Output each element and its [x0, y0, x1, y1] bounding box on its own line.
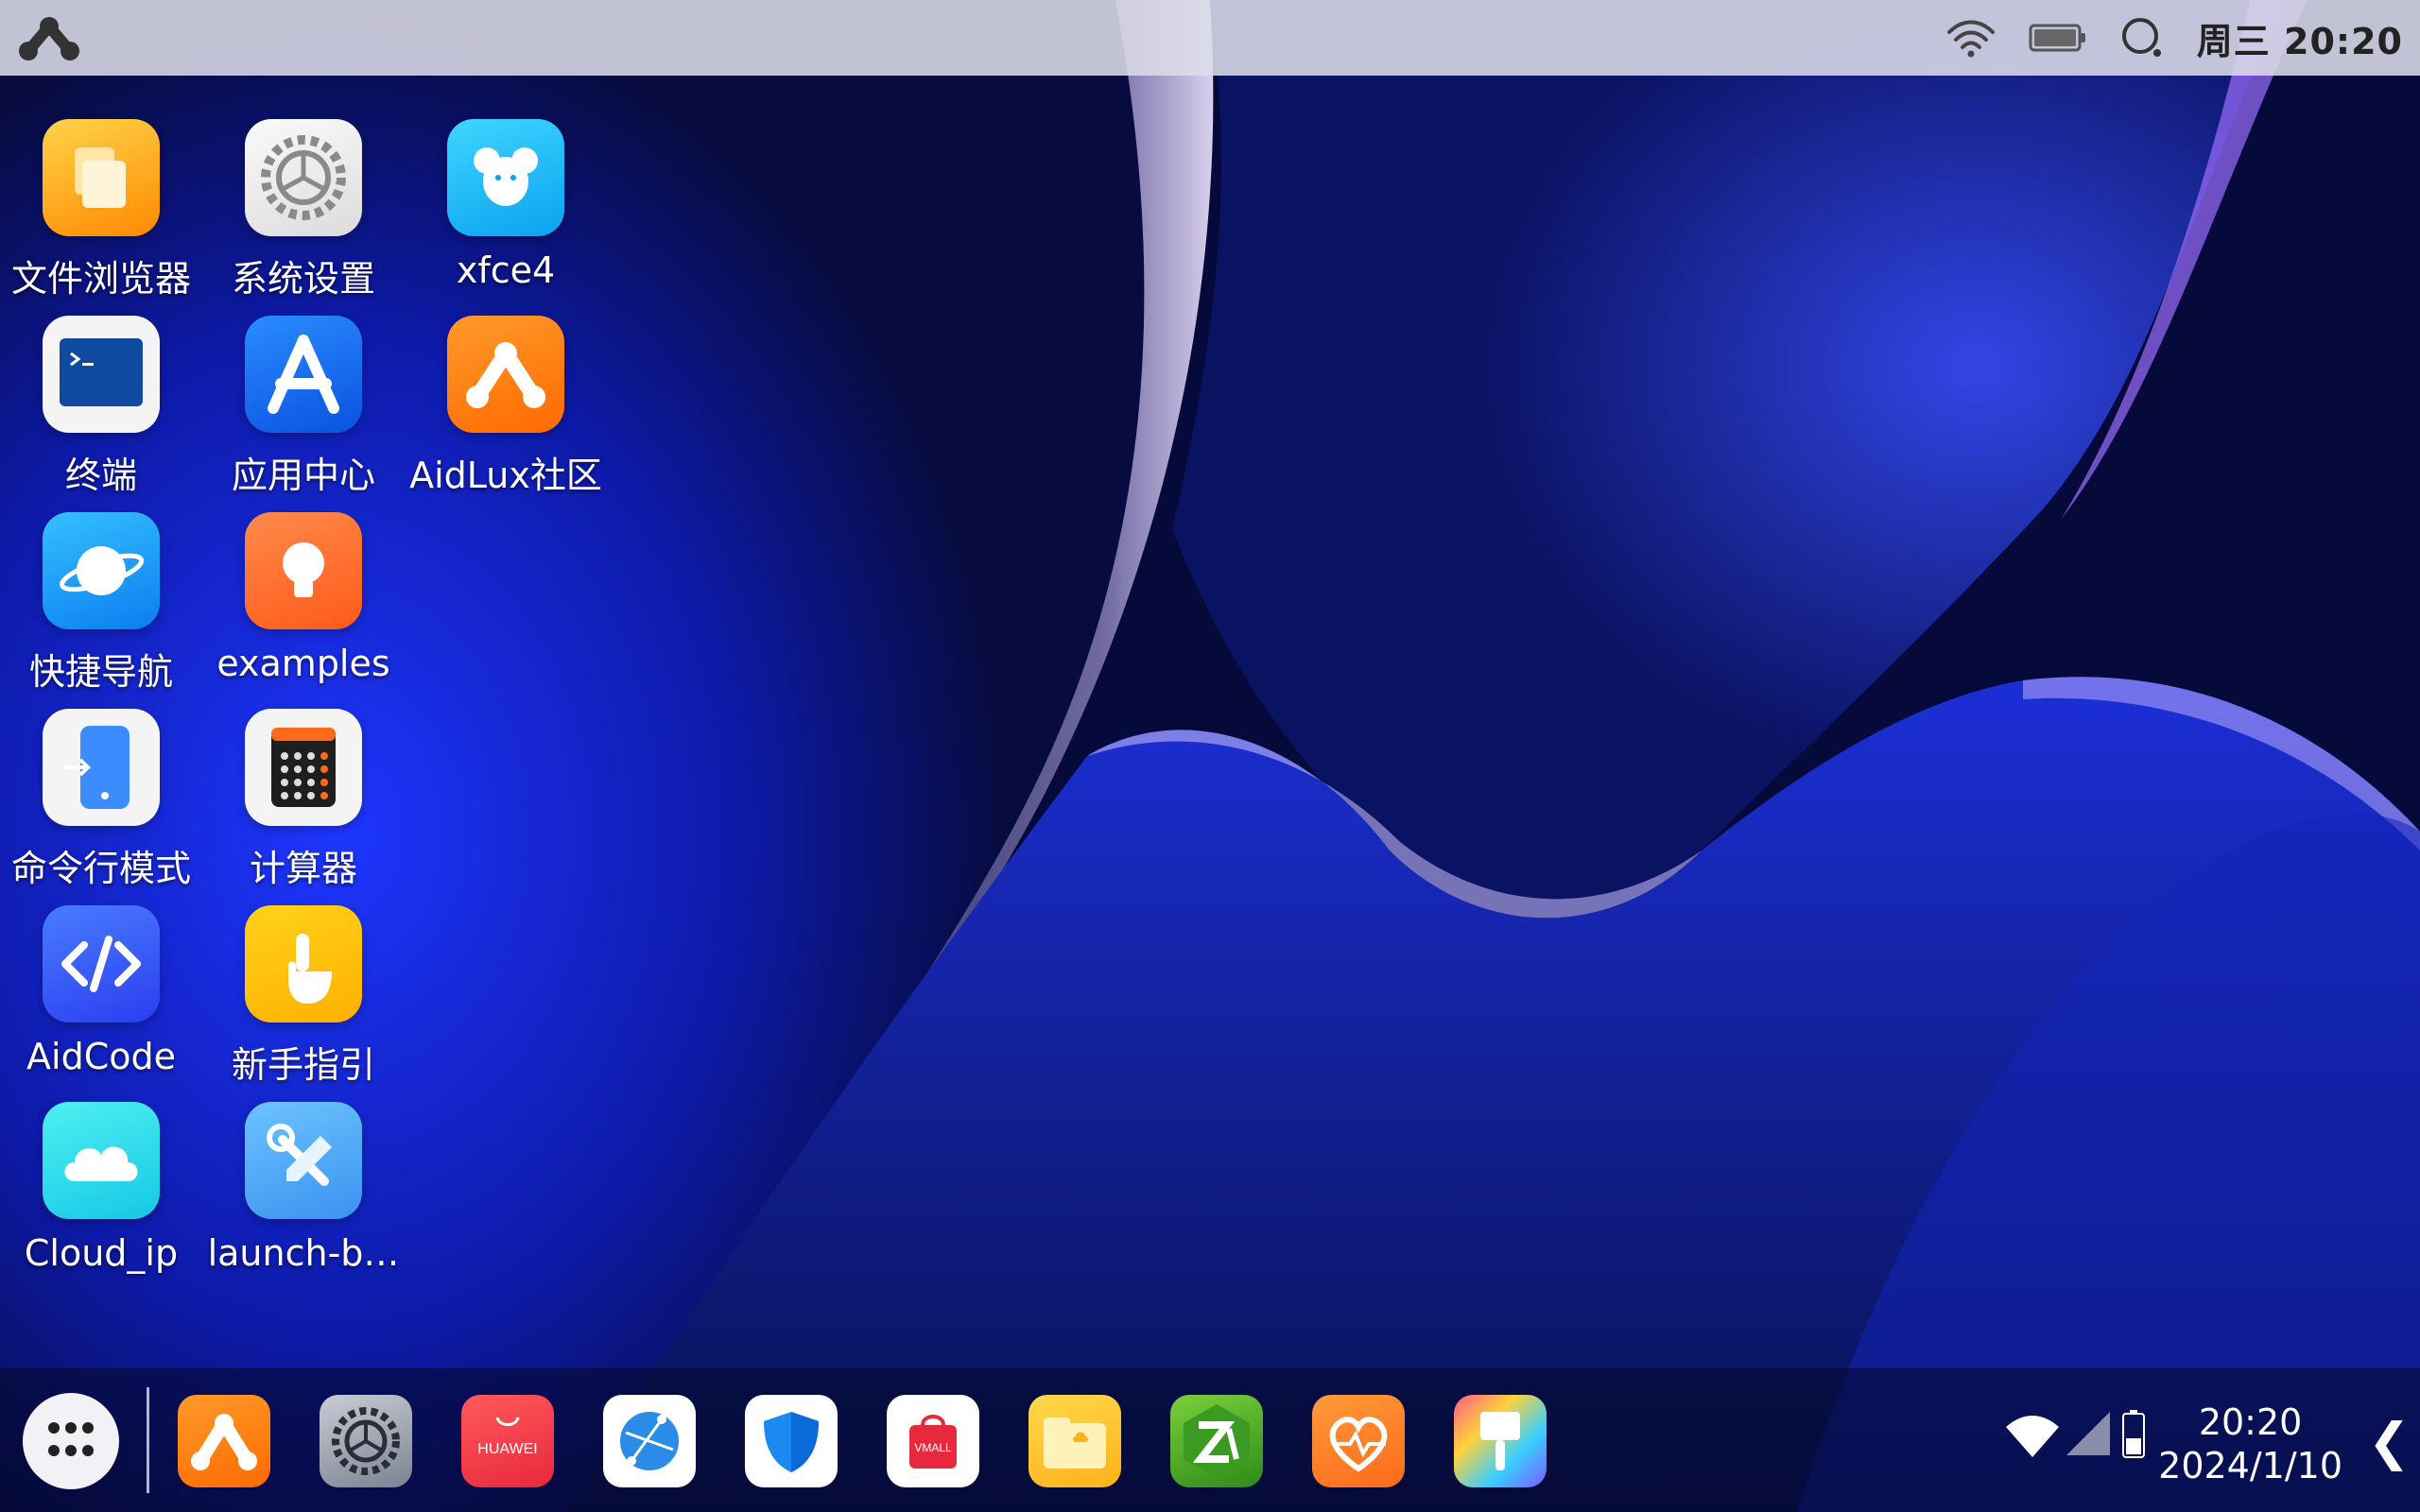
planet-icon — [43, 512, 160, 629]
desktop-icon-aidcode[interactable]: AidCode — [0, 905, 202, 1077]
gear-icon — [332, 1407, 400, 1475]
dock-app-security[interactable] — [745, 1395, 838, 1487]
shield-icon — [764, 1412, 819, 1472]
desktop-icon-label: Cloud_ip — [24, 1232, 179, 1274]
desktop-icon-beginner-guide[interactable]: 新手指引 — [202, 905, 405, 1088]
signal-icon[interactable] — [2065, 1410, 2112, 1457]
aidlux-logo-icon[interactable] — [17, 13, 81, 62]
calculator-icon — [245, 709, 362, 826]
taskbar-dock: HUAWEI VMALL 20:20 2024/1/10 ❮ — [0, 1368, 2420, 1512]
battery-icon[interactable] — [2121, 1410, 2146, 1459]
desktop-icon-label: AidCode — [26, 1036, 176, 1077]
desktop-icon-aidlux-community[interactable]: AidLux社区 — [405, 316, 607, 498]
desktop-icon-app-center[interactable]: 应用中心 — [202, 316, 405, 498]
desktop-icon-label: 快捷导航 — [28, 651, 173, 693]
aidlux-logo-icon — [447, 316, 564, 433]
desktop-icon-label: launch-b… — [207, 1232, 400, 1274]
archive-icon — [1184, 1404, 1250, 1478]
svg-text:VMALL: VMALL — [914, 1441, 952, 1454]
dock-datetime[interactable]: 20:20 2024/1/10 — [2158, 1400, 2342, 1487]
desktop-icon-label: 终端 — [64, 455, 137, 496]
lightbulb-icon — [245, 512, 362, 629]
status-area: 周三 20:20 — [1945, 0, 2403, 76]
battery-icon[interactable] — [2029, 22, 2087, 54]
hand-pointer-icon — [245, 905, 362, 1022]
huawei-store-icon: HUAWEI — [477, 1417, 538, 1457]
dock-app-vmall[interactable]: VMALL — [887, 1395, 979, 1487]
dock-separator — [147, 1387, 149, 1493]
desktop-icon-cli-mode[interactable]: 命令行模式 — [0, 709, 202, 891]
desktop-icon-launch-b[interactable]: launch-b… — [202, 1102, 405, 1274]
aidlux-logo-icon — [191, 1414, 257, 1470]
desktop-icon-label: examples — [216, 643, 390, 684]
cloud-icon — [43, 1102, 160, 1219]
desktop-icon-quick-nav[interactable]: 快捷导航 — [0, 512, 202, 695]
terminal-icon — [43, 316, 160, 433]
dock-app-settings[interactable] — [320, 1395, 412, 1487]
dock-app-themes[interactable] — [1454, 1395, 1547, 1487]
dock-date: 2024/1/10 — [2158, 1445, 2342, 1486]
desktop-icon-settings[interactable]: 系统设置 — [202, 119, 405, 301]
dock-app-huawei[interactable]: HUAWEI — [461, 1395, 554, 1487]
gear-icon — [245, 119, 362, 236]
search-icon[interactable] — [2119, 15, 2165, 60]
globe-icon — [618, 1410, 681, 1472]
desktop-icon-terminal[interactable]: 终端 — [0, 316, 202, 498]
shopping-bag-icon: VMALL — [909, 1415, 957, 1469]
desktop-icon-label: 计算器 — [249, 848, 357, 889]
wifi-icon[interactable] — [1945, 17, 1996, 59]
desktop-icon-label: 系统设置 — [231, 258, 375, 300]
desktop-icon-cloud-ip[interactable]: Cloud_ip — [0, 1102, 202, 1274]
app-launcher-button[interactable] — [23, 1393, 119, 1489]
desktop-icon-xfce4[interactable]: xfce4 — [405, 119, 607, 291]
chevron-left-icon[interactable]: ❮ — [2368, 1412, 2411, 1471]
dock-app-health[interactable] — [1312, 1395, 1405, 1487]
desktop-icon-label: xfce4 — [456, 249, 556, 291]
dock-app-aidlux[interactable] — [178, 1395, 270, 1487]
top-menu-bar: 周三 20:20 — [0, 0, 2420, 76]
desktop-icon-label: 命令行模式 — [10, 848, 191, 889]
wifi-icon[interactable] — [2004, 1414, 2061, 1459]
dock-time: 20:20 — [2198, 1401, 2303, 1443]
code-icon — [43, 905, 160, 1022]
topbar-clock[interactable]: 周三 20:20 — [2197, 12, 2403, 64]
app-store-icon — [245, 316, 362, 433]
phone-terminal-icon — [43, 709, 160, 826]
dock-app-browser[interactable] — [603, 1395, 696, 1487]
desktop-icon-label: 新手指引 — [231, 1044, 375, 1086]
folder-icon — [43, 119, 160, 236]
folder-icon — [1044, 1418, 1106, 1469]
svg-text:HUAWEI: HUAWEI — [477, 1441, 537, 1457]
tools-icon — [245, 1102, 362, 1219]
desktop-icon-label: 应用中心 — [231, 455, 375, 496]
desktop-icon-examples[interactable]: examples — [202, 512, 405, 684]
mouse-icon — [447, 119, 564, 236]
desktop-icon-file-browser[interactable]: 文件浏览器 — [0, 119, 202, 301]
paintbrush-icon — [1480, 1412, 1520, 1470]
desktop-icon-calculator[interactable]: 计算器 — [202, 709, 405, 891]
dock-app-files[interactable] — [1028, 1395, 1121, 1487]
dock-app-zarchiver[interactable] — [1170, 1395, 1263, 1487]
grid-icon — [48, 1422, 94, 1456]
desktop-icon-label: 文件浏览器 — [10, 258, 191, 300]
heart-icon — [1329, 1417, 1388, 1472]
desktop-icon-label: AidLux社区 — [409, 455, 602, 496]
